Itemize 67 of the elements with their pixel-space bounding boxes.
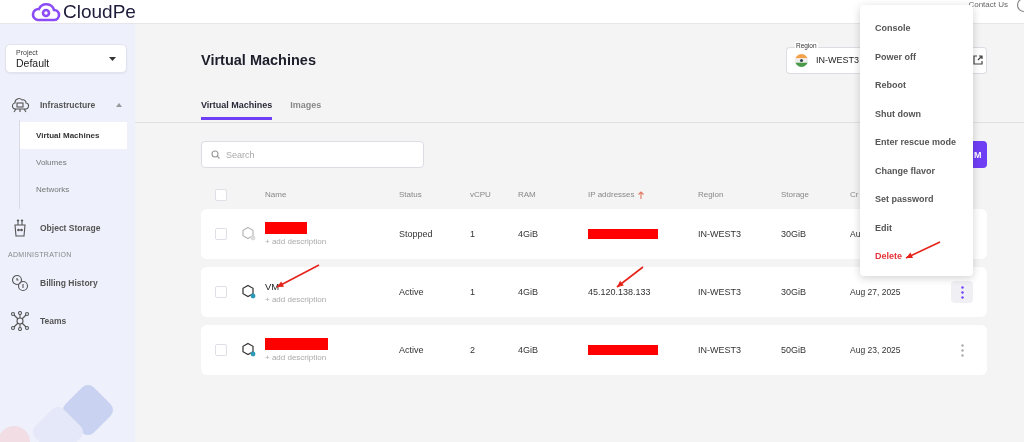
external-link-icon	[973, 55, 983, 65]
row-checkbox[interactable]	[215, 286, 227, 298]
storage-size: 50GiB	[781, 345, 807, 355]
created-date: Au	[850, 229, 862, 239]
ram-size: 4GiB	[518, 287, 539, 297]
row-checkbox[interactable]	[215, 344, 227, 356]
region-text: IN-WEST3	[698, 229, 742, 239]
nav-item[interactable]: Teams	[5, 306, 127, 336]
more-vertical-icon	[960, 285, 964, 299]
select-all-checkbox[interactable]	[215, 188, 227, 201]
create-button[interactable]: M	[973, 141, 987, 168]
vcpu-count: 2	[470, 345, 476, 355]
page-title: Virtual Machines	[201, 52, 316, 68]
column-header[interactable]: Storage	[781, 190, 850, 199]
region-value: IN-WEST3	[816, 55, 859, 65]
network-nodes-icon	[10, 311, 30, 331]
vcpu-count: 1	[470, 229, 476, 239]
ip-address: 45.120.138.133	[588, 287, 651, 297]
menu-item[interactable]: Console	[860, 14, 973, 43]
server-cloud-icon	[10, 95, 30, 115]
flag-icon	[795, 53, 808, 67]
created-date: Aug 27, 2025	[850, 287, 902, 297]
status-text: Active	[399, 345, 425, 355]
search-icon	[211, 150, 220, 159]
ram-size: 4GiB	[518, 345, 539, 355]
more-vertical-icon	[960, 343, 964, 357]
storage-size: 30GiB	[781, 287, 807, 297]
menu-item[interactable]: Shut down	[860, 99, 973, 128]
menu-item[interactable]: Edit	[860, 213, 973, 242]
kebab-menu-button[interactable]	[951, 281, 973, 303]
nav-sub-item[interactable]: Virtual Machines	[20, 122, 127, 149]
status-text: Stopped	[399, 229, 434, 239]
cloud-logo-icon	[31, 0, 61, 23]
contact-link[interactable]: Contact Us	[968, 0, 1008, 9]
status-text: Active	[399, 287, 425, 297]
column-header[interactable]: Status	[399, 190, 470, 199]
vcpu-count: 1	[470, 287, 476, 297]
storage-size: 30GiB	[781, 229, 807, 239]
nav-item[interactable]: Object Storage	[5, 213, 127, 243]
search-box[interactable]: Search	[201, 141, 424, 168]
region-text: IN-WEST3	[698, 345, 742, 355]
search-field[interactable]: Search	[226, 142, 414, 167]
menu-item[interactable]: Delete	[860, 242, 973, 271]
brand-name: CloudPe	[63, 0, 136, 23]
region-text: IN-WEST3	[698, 287, 742, 297]
nav-sub-item[interactable]: Volumes	[20, 149, 127, 176]
created-date: Aug 23, 2025	[850, 345, 902, 355]
menu-item[interactable]: Reboot	[860, 71, 973, 100]
column-header[interactable]: IP addresses	[588, 190, 635, 199]
menu-item[interactable]: Power off	[860, 42, 973, 71]
vm-name[interactable]: VM	[265, 280, 399, 292]
column-header[interactable]: vCPU	[470, 190, 518, 199]
column-header[interactable]: RAM	[518, 190, 588, 199]
menu-item[interactable]: Enter rescue mode	[860, 128, 973, 157]
column-header[interactable]: Region	[698, 190, 781, 199]
menu-item[interactable]: Set password	[860, 185, 973, 214]
clock-coin-icon	[10, 273, 30, 293]
row-checkbox[interactable]	[215, 228, 227, 240]
column-header[interactable]: Name	[265, 190, 399, 199]
nav-group-item[interactable]: Infrastructure	[5, 90, 127, 120]
nav-item[interactable]: Billing History	[5, 268, 127, 298]
nav-sub-item[interactable]: Networks	[20, 176, 127, 203]
ram-size: 4GiB	[518, 229, 539, 239]
caret-down-icon	[109, 56, 116, 61]
region-select-end[interactable]	[973, 46, 987, 74]
tab[interactable]: Virtual Machines	[201, 96, 273, 120]
menu-item[interactable]: Change flavor	[860, 156, 973, 185]
